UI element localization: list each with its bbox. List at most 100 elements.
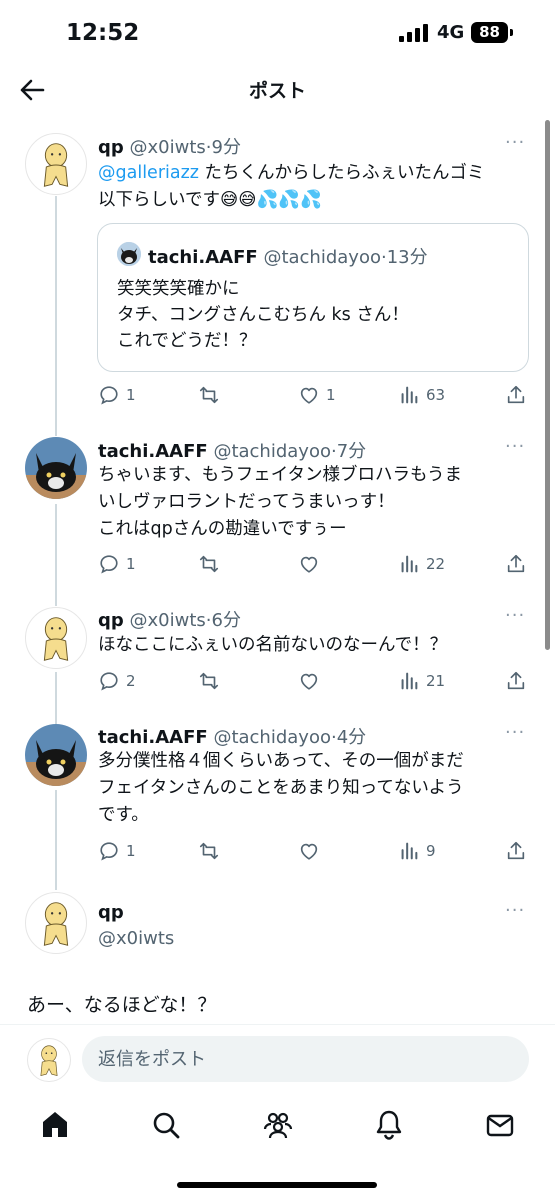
thread-line [55, 504, 57, 606]
reply-button[interactable]: 1 [98, 837, 136, 865]
handle[interactable]: @x0iwts [130, 137, 206, 158]
reply-count: 1 [126, 842, 136, 860]
more-options-icon[interactable]: ··· [505, 722, 525, 743]
search-icon[interactable] [149, 1108, 183, 1142]
views-count: 22 [426, 555, 446, 573]
text-line: これでどうだ！？ [117, 331, 257, 351]
views-button[interactable]: 63 [398, 381, 445, 409]
share-icon [507, 554, 525, 573]
home-icon[interactable] [38, 1108, 72, 1142]
post-author-line: tachi.AAFF @tachidayoo·7分 [98, 441, 367, 462]
views-count: 21 [426, 672, 446, 690]
thread-line [55, 196, 57, 436]
page-title: ポスト [248, 80, 306, 102]
views-chart-icon [401, 386, 418, 404]
more-options-icon[interactable]: ··· [505, 900, 525, 921]
more-options-icon[interactable]: ··· [505, 436, 525, 457]
post-author-line: qp @x0iwts·9分 [98, 137, 241, 158]
heart-icon [300, 556, 318, 573]
messages-icon[interactable] [483, 1108, 517, 1142]
repost-button[interactable] [198, 381, 226, 409]
thread-line [55, 672, 57, 724]
post-time: 6分 [211, 610, 241, 631]
views-chart-icon [401, 672, 418, 690]
avatar[interactable] [25, 724, 87, 786]
mention-link[interactable]: @galleriazz [98, 163, 199, 183]
reply-button[interactable]: 2 [98, 667, 136, 695]
thread-line [55, 790, 57, 890]
repost-button[interactable] [198, 837, 226, 865]
quote-handle: @tachidayoo [263, 247, 381, 268]
action-row: 1 1 63 [98, 381, 532, 409]
views-button[interactable]: 9 [398, 837, 436, 865]
display-name[interactable]: tachi.AAFF [98, 727, 208, 748]
text-line: ちゃいます、もうフェイタン様ブロハラもうま [98, 465, 462, 485]
quote-avatar [117, 242, 141, 266]
like-button[interactable]: 1 [298, 381, 336, 409]
avatar[interactable] [25, 437, 87, 499]
post-time: 9分 [211, 137, 241, 158]
like-button[interactable] [298, 837, 326, 865]
status-time: 12:52 [66, 20, 140, 46]
heart-icon [300, 843, 318, 860]
post-text: 多分僕性格４個くらいあって、その一個がまだ フェイタンさんのことをあまり知ってな… [98, 748, 538, 829]
share-button[interactable] [505, 550, 527, 578]
views-count: 63 [426, 386, 446, 404]
main-post-text: あー、なるほどな！？ [27, 994, 217, 1016]
reply-avatar [27, 1038, 71, 1082]
display-name[interactable]: tachi.AAFF [98, 441, 208, 462]
reply-button[interactable]: 1 [98, 381, 136, 409]
share-icon [507, 841, 525, 860]
text-line: これはqpさんの勘違いですぅー [98, 519, 347, 539]
avatar[interactable] [25, 607, 87, 669]
share-button[interactable] [505, 837, 527, 865]
text-line: 笑笑笑笑確かに [117, 279, 240, 299]
post-text: @galleriazz たちくんからしたらふぇいたんゴミ 以下らしいです😅😅💦💦… [98, 160, 538, 214]
reply-input[interactable] [82, 1036, 529, 1082]
share-icon [507, 385, 525, 404]
divider [0, 1024, 555, 1025]
quoted-post-card[interactable]: tachi.AAFF @tachidayoo·13分 笑笑笑笑確かに タチ、コン… [97, 223, 529, 372]
notifications-icon[interactable] [372, 1108, 406, 1142]
reply-button[interactable]: 1 [98, 550, 136, 578]
like-button[interactable] [298, 550, 326, 578]
main-display-name[interactable]: qp [98, 902, 124, 923]
text-line: 以下らしいです😅😅💦💦💦 [98, 190, 322, 210]
quote-display-name: tachi.AAFF [148, 247, 258, 268]
share-button[interactable] [505, 667, 527, 695]
like-button[interactable] [298, 667, 326, 695]
handle[interactable]: @tachidayoo [213, 441, 331, 462]
like-count: 1 [326, 386, 336, 404]
repost-button[interactable] [198, 550, 226, 578]
reply-icon [100, 842, 118, 861]
action-row: 1 9 [98, 837, 532, 865]
text-line: いしヴァロラントだってうまいっす！ [98, 492, 395, 512]
scrollbar[interactable] [545, 120, 550, 650]
display-name[interactable]: qp [98, 610, 124, 631]
repost-icon [199, 842, 219, 860]
main-handle[interactable]: @x0iwts [98, 928, 174, 949]
action-row: 2 21 [98, 667, 532, 695]
signal-icon [399, 24, 429, 42]
post-time: 7分 [336, 441, 367, 462]
text-line: たちくんからしたらふぇいたんゴミ [198, 163, 485, 183]
views-button[interactable]: 21 [398, 667, 445, 695]
quote-author-line: tachi.AAFF @tachidayoo·13分 [148, 247, 428, 268]
handle[interactable]: @tachidayoo [213, 727, 331, 748]
more-options-icon[interactable]: ··· [505, 605, 525, 626]
reply-count: 1 [126, 555, 136, 573]
repost-icon [199, 555, 219, 573]
communities-icon[interactable] [261, 1108, 295, 1142]
share-button[interactable] [505, 381, 527, 409]
status-bar: 12:52 4G 88 [0, 0, 555, 62]
network-label: 4G [437, 22, 465, 43]
display-name[interactable]: qp [98, 137, 124, 158]
handle[interactable]: @x0iwts [130, 610, 206, 631]
avatar[interactable] [25, 133, 87, 195]
repost-button[interactable] [198, 667, 226, 695]
text-line: 多分僕性格４個くらいあって、その一個がまだ [98, 751, 464, 771]
views-button[interactable]: 22 [398, 550, 445, 578]
quote-text: 笑笑笑笑確かに タチ、コングさんこむちん ks さん！ これでどうだ！？ [117, 276, 409, 354]
more-options-icon[interactable]: ··· [505, 132, 525, 153]
avatar[interactable] [25, 892, 87, 954]
